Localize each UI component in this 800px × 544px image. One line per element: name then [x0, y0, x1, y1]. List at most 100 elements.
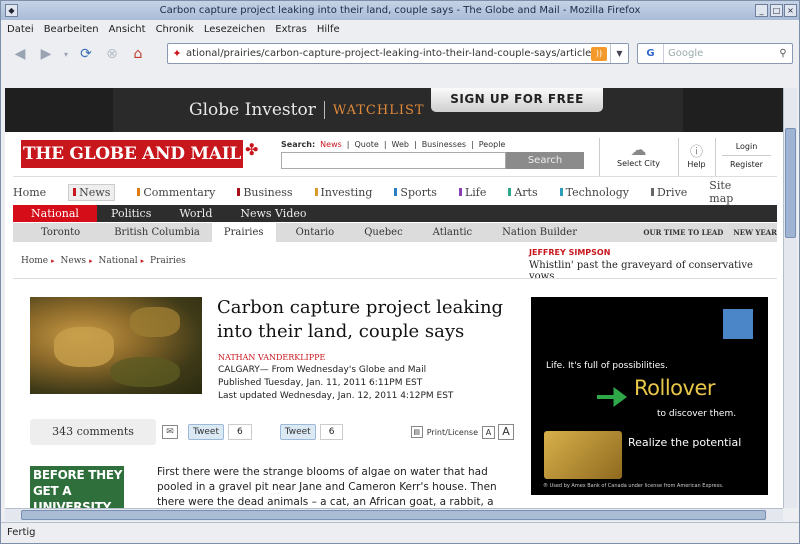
article-headline: Carbon capture project leaking into thei… — [217, 297, 504, 342]
featured-column[interactable]: JEFFREY SIMPSON Whistlin' past the grave… — [529, 248, 779, 282]
top-banner-ad[interactable]: Globe Investor WATCHLIST SIGN UP FOR FRE… — [5, 88, 783, 132]
region-nation-builder[interactable]: Nation Builder — [484, 223, 589, 242]
section-life[interactable]: Life — [458, 186, 486, 199]
breadcrumb-national[interactable]: National — [98, 256, 137, 266]
ad-realize: Realize the potential — [628, 436, 742, 449]
section-drive-label: Drive — [656, 185, 688, 199]
search-option-people[interactable]: People — [479, 140, 506, 149]
breadcrumb-home[interactable]: Home — [21, 256, 48, 266]
status-bar: Fertig — [1, 522, 799, 543]
section-commentary[interactable]: Commentary — [137, 186, 215, 199]
maximize-icon[interactable]: □ — [770, 4, 783, 17]
text-larger-button[interactable]: A — [498, 424, 514, 440]
search-input[interactable]: Google — [664, 48, 774, 59]
link-our-time-to-lead[interactable]: OUR TIME TO LEAD — [643, 223, 723, 242]
print-license-link[interactable]: Print/License — [427, 428, 478, 437]
forward-icon[interactable]: ▶ — [35, 43, 57, 65]
section-site-map[interactable]: Site map — [709, 179, 755, 205]
history-dropdown-icon[interactable]: ▾ — [61, 43, 71, 65]
section-arts[interactable]: Arts — [508, 186, 538, 199]
breadcrumb-prairies[interactable]: Prairies — [150, 256, 186, 266]
section-home[interactable]: Home — [13, 186, 46, 199]
site-search: Search: News | Quote | Web | Businesses | Pe… — [281, 140, 587, 169]
scroll-thumb[interactable] — [785, 128, 796, 238]
menu-extras[interactable]: Extras — [275, 24, 307, 35]
subnav-national[interactable]: National — [13, 205, 97, 222]
side-ad[interactable]: Life. It's full of possibilities. Rollov… — [531, 297, 768, 495]
search-option-businesses[interactable]: Businesses — [422, 140, 466, 149]
subnav-politics[interactable]: Politics — [97, 205, 165, 222]
subnav-world[interactable]: World — [165, 205, 226, 222]
section-sports-label: Sports — [400, 185, 437, 199]
region-toronto[interactable]: Toronto — [13, 223, 92, 242]
select-city-tool[interactable]: ☁ Select City — [599, 138, 677, 176]
menu-bearbeiten[interactable]: Bearbeiten — [44, 24, 99, 35]
article-published: Published Tuesday, Jan. 11, 2011 6:11PM … — [218, 378, 423, 388]
scroll-thumb[interactable] — [21, 510, 766, 520]
search-bar[interactable]: G Google ⚲ — [637, 43, 793, 64]
menu-datei[interactable]: Datei — [7, 24, 34, 35]
back-icon[interactable]: ◀ — [9, 43, 31, 65]
menu-lesezeichen[interactable]: Lesezeichen — [204, 24, 265, 35]
reload-icon[interactable]: ⟳ — [75, 43, 97, 65]
tweet-count: 6 — [319, 424, 344, 440]
window-menu-icon[interactable]: ◆ — [5, 4, 18, 17]
login-link[interactable]: Login — [716, 142, 777, 151]
subnav-news-video[interactable]: News Video — [226, 205, 320, 222]
breadcrumb: Home ▸ News ▸ National ▸ Prairies — [21, 256, 186, 266]
promo-banner[interactable]: BEFORE THEY GET A UNIVERSITY — [30, 466, 124, 508]
search-option-quote[interactable]: Quote — [355, 140, 379, 149]
print-icon[interactable]: ▤ — [410, 426, 423, 438]
url-bar[interactable]: ✦ ational/prairies/carbon-capture-projec… — [167, 43, 629, 64]
url-dropdown-icon[interactable]: ▼ — [610, 44, 628, 63]
search-engine-icon[interactable]: G — [638, 44, 664, 63]
home-icon[interactable]: ⌂ — [127, 43, 149, 65]
close-icon[interactable]: × — [784, 4, 797, 17]
signup-button[interactable]: SIGN UP FOR FREE — [431, 88, 603, 112]
horizontal-scrollbar[interactable] — [5, 508, 783, 521]
search-option-news[interactable]: News — [320, 140, 342, 149]
magnifier-icon[interactable]: ⚲ — [774, 48, 792, 59]
rss-icon[interactable]: )) — [591, 46, 607, 61]
section-business[interactable]: Business — [237, 186, 293, 199]
region-atlantic[interactable]: Atlantic — [415, 223, 484, 242]
search-option-web[interactable]: Web — [392, 140, 409, 149]
text-smaller-button[interactable]: A — [482, 425, 495, 439]
site-search-input[interactable] — [281, 152, 506, 169]
url-text[interactable]: ational/prairies/carbon-capture-project-… — [186, 48, 591, 59]
ad-product: WATCHLIST — [332, 102, 425, 118]
menu-ansicht[interactable]: Ansicht — [109, 24, 146, 35]
section-drive[interactable]: Drive — [650, 185, 688, 199]
menu-hilfe[interactable]: Hilfe — [317, 24, 340, 35]
column-author[interactable]: JEFFREY SIMPSON — [529, 248, 779, 257]
help-tool[interactable]: ⓘ Help — [678, 138, 714, 176]
region-quebec[interactable]: Quebec — [346, 223, 414, 242]
article-author[interactable]: NATHAN VANDERKLIPPE — [218, 351, 453, 364]
article-body: First there were the strange blooms of a… — [157, 466, 497, 508]
comments-button[interactable]: 343 comments — [30, 419, 156, 445]
section-investing[interactable]: Investing — [314, 186, 372, 199]
tweet-button[interactable]: Tweet — [279, 424, 316, 440]
tweet-button[interactable]: Tweet — [188, 424, 224, 440]
site-logo[interactable]: THE GLOBE AND MAIL — [21, 140, 243, 168]
section-technology-label: Technology — [565, 185, 629, 199]
section-sports[interactable]: Sports — [394, 186, 437, 199]
region-prairies[interactable]: Prairies — [211, 223, 276, 242]
email-icon[interactable]: ✉ — [162, 425, 178, 439]
minimize-icon[interactable]: _ — [755, 4, 768, 17]
section-technology[interactable]: Technology — [559, 185, 629, 199]
article-byline: NATHAN VANDERKLIPPE CALGARY— From Wednes… — [218, 351, 453, 403]
register-link[interactable]: Register — [716, 160, 777, 169]
stop-icon[interactable]: ⊗ — [101, 43, 123, 65]
breadcrumb-news[interactable]: News — [61, 256, 87, 266]
link-new-year[interactable]: NEW YEAR — [733, 223, 777, 242]
site-favicon-icon: ✦ — [172, 47, 182, 60]
region-british-columbia[interactable]: British Columbia — [92, 223, 212, 242]
menu-chronik[interactable]: Chronik — [156, 24, 194, 35]
article-photo[interactable] — [30, 297, 202, 394]
site-search-button[interactable]: Search — [506, 152, 584, 169]
section-news[interactable]: News — [68, 183, 116, 201]
region-ontario[interactable]: Ontario — [276, 223, 347, 242]
divider — [13, 176, 777, 177]
vertical-scrollbar[interactable] — [783, 88, 797, 508]
